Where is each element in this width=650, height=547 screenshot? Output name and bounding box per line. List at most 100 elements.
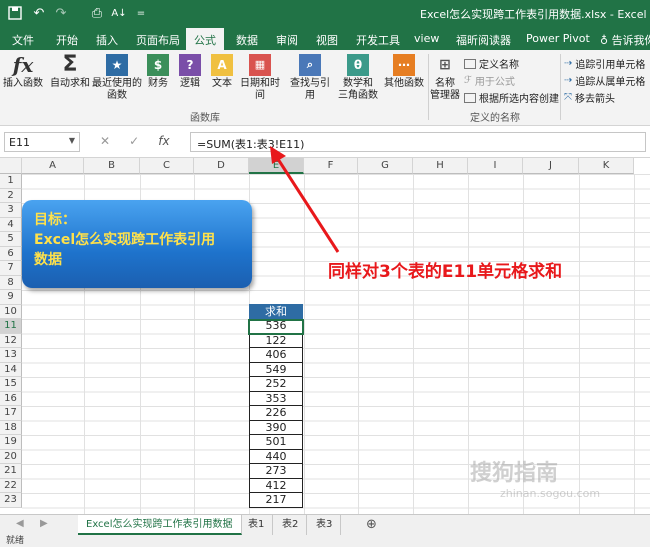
row-header[interactable]: 20 xyxy=(0,449,22,464)
name-manager-button[interactable]: ⊞ 名称 管理器 xyxy=(430,54,460,102)
prev-sheet-icon[interactable]: ◀ xyxy=(16,518,24,529)
row-header-selected[interactable]: 11 xyxy=(0,319,22,334)
fx-button-icon[interactable]: fx xyxy=(158,134,169,148)
redo-icon[interactable]: ↷ xyxy=(52,4,70,22)
row-header[interactable]: 14 xyxy=(0,362,22,377)
column-header[interactable]: C xyxy=(140,158,194,174)
sheet-tab-1[interactable]: 表1 xyxy=(240,515,274,535)
data-cell[interactable]: 406 xyxy=(249,348,303,363)
row-header[interactable]: 16 xyxy=(0,391,22,406)
column-header[interactable]: B xyxy=(84,158,140,174)
tab-view-en[interactable]: view xyxy=(410,30,443,47)
row-header[interactable]: 2 xyxy=(0,188,22,203)
insert-function-button[interactable]: fx 插入函数 xyxy=(2,54,44,90)
sheet-tab-3[interactable]: 表3 xyxy=(308,515,342,535)
remove-arrows-button[interactable]: ⤧ 移去箭头 xyxy=(564,90,615,105)
row-header[interactable]: 4 xyxy=(0,217,22,232)
group-separator xyxy=(428,54,429,120)
trace-dependents-button[interactable]: ⇢ 追踪从属单元格 xyxy=(564,73,645,88)
recent-functions-button[interactable]: ★ 最近使用的 函数 xyxy=(92,54,142,102)
financial-button[interactable]: $ 财务 xyxy=(144,54,172,90)
chevron-down-icon[interactable]: ▼ xyxy=(69,136,75,145)
row-header[interactable]: 21 xyxy=(0,464,22,479)
tab-file[interactable]: 文件 xyxy=(8,30,38,50)
tab-view[interactable]: 视图 xyxy=(312,30,342,50)
date-time-button[interactable]: ▦ 日期和时间 xyxy=(236,54,284,102)
row-header[interactable]: 15 xyxy=(0,377,22,392)
define-name-button[interactable]: 定义名称 xyxy=(464,56,519,71)
sum-header-cell[interactable]: 求和 xyxy=(249,304,303,319)
sheet-tab-main[interactable]: Excel怎么实现跨工作表引用数据 xyxy=(78,515,242,535)
select-all-corner[interactable] xyxy=(0,158,22,174)
lookup-reference-button[interactable]: ⌕ 查找与引用 xyxy=(286,54,334,102)
column-header[interactable]: G xyxy=(358,158,413,174)
row-header[interactable]: 17 xyxy=(0,406,22,421)
data-cell[interactable]: 217 xyxy=(249,493,303,508)
row-header[interactable]: 1 xyxy=(0,174,22,189)
data-cell[interactable]: 412 xyxy=(249,478,303,493)
row-header[interactable]: 13 xyxy=(0,348,22,363)
data-cell[interactable]: 501 xyxy=(249,435,303,450)
add-sheet-icon[interactable]: ⊕ xyxy=(366,517,377,532)
data-cell[interactable]: 273 xyxy=(249,464,303,479)
status-text: 就绪 xyxy=(6,536,25,546)
customize-toolbar-icon[interactable]: = xyxy=(132,4,150,22)
create-from-selection-button[interactable]: 根据所选内容创建 xyxy=(464,90,559,105)
row-header[interactable]: 7 xyxy=(0,261,22,276)
trace-precedents-button[interactable]: ⇢ 追踪引用单元格 xyxy=(564,56,645,71)
sheet-tab-2[interactable]: 表2 xyxy=(274,515,308,535)
column-header[interactable]: D xyxy=(194,158,249,174)
row-header[interactable]: 9 xyxy=(0,290,22,305)
data-cell[interactable]: 440 xyxy=(249,449,303,464)
data-cell[interactable]: 390 xyxy=(249,420,303,435)
logical-button[interactable]: ? 逻辑 xyxy=(176,54,204,90)
save-icon[interactable] xyxy=(6,4,24,22)
row-header[interactable]: 3 xyxy=(0,203,22,218)
data-cell[interactable]: 252 xyxy=(249,377,303,392)
tab-data[interactable]: 数据 xyxy=(232,30,262,50)
name-box[interactable]: E11 ▼ xyxy=(4,132,80,152)
tab-home[interactable]: 开始 xyxy=(52,30,82,50)
undo-icon[interactable]: ↶ xyxy=(30,4,48,22)
column-header[interactable]: J xyxy=(523,158,579,174)
row-header[interactable]: 5 xyxy=(0,232,22,247)
row-header[interactable]: 12 xyxy=(0,333,22,348)
data-cell[interactable]: 353 xyxy=(249,391,303,406)
row-header[interactable]: 19 xyxy=(0,435,22,450)
sort-icon[interactable]: A↓ xyxy=(110,4,128,22)
row-header[interactable]: 10 xyxy=(0,304,22,319)
column-header[interactable]: A xyxy=(22,158,84,174)
column-header[interactable]: I xyxy=(468,158,523,174)
column-header[interactable]: H xyxy=(413,158,468,174)
print-preview-icon[interactable]: ⎙ xyxy=(88,4,106,22)
tab-formulas[interactable]: 公式 xyxy=(186,28,224,50)
tab-review[interactable]: 审阅 xyxy=(272,30,302,50)
formula-bar-icons: ✕ ✓ fx xyxy=(100,134,170,148)
data-cell[interactable]: 226 xyxy=(249,406,303,421)
tab-developer[interactable]: 开发工具 xyxy=(352,30,404,50)
tab-power-pivot[interactable]: Power Pivot xyxy=(522,30,594,47)
row-header[interactable]: 22 xyxy=(0,478,22,493)
next-sheet-icon[interactable]: ▶ xyxy=(40,518,48,529)
more-functions-button[interactable]: ⋯ 其他函数 xyxy=(382,54,426,90)
row-header[interactable]: 23 xyxy=(0,493,22,508)
tab-page-layout[interactable]: 页面布局 xyxy=(132,30,184,50)
cancel-icon[interactable]: ✕ xyxy=(100,134,110,148)
define-name-label: 定义名称 xyxy=(479,60,519,71)
excel-window: ↶ ↷ ⎙ A↓ = Excel怎么实现跨工作表引用数据.xlsx - Exce… xyxy=(0,0,650,547)
data-cell[interactable]: 549 xyxy=(249,362,303,377)
tab-foxit[interactable]: 福昕阅读器 xyxy=(452,30,515,50)
text-functions-button[interactable]: A 文本 xyxy=(208,54,236,90)
tab-insert[interactable]: 插入 xyxy=(92,30,122,50)
row-header[interactable]: 18 xyxy=(0,420,22,435)
data-cell[interactable]: 122 xyxy=(249,333,303,348)
autosum-button[interactable]: Σ 自动求和 xyxy=(48,54,92,90)
formula-input[interactable]: =SUM(表1:表3!E11) xyxy=(190,132,646,152)
enter-icon[interactable]: ✓ xyxy=(129,134,139,148)
row-header[interactable]: 8 xyxy=(0,275,22,290)
tab-tell-me[interactable]: ♁ 告诉我你 xyxy=(596,30,650,50)
row-header[interactable]: 6 xyxy=(0,246,22,261)
column-header[interactable]: K xyxy=(579,158,634,174)
math-trig-button[interactable]: θ 数学和 三角函数 xyxy=(336,54,380,102)
use-in-formula-button[interactable]: ℱ 用于公式 xyxy=(464,73,515,88)
